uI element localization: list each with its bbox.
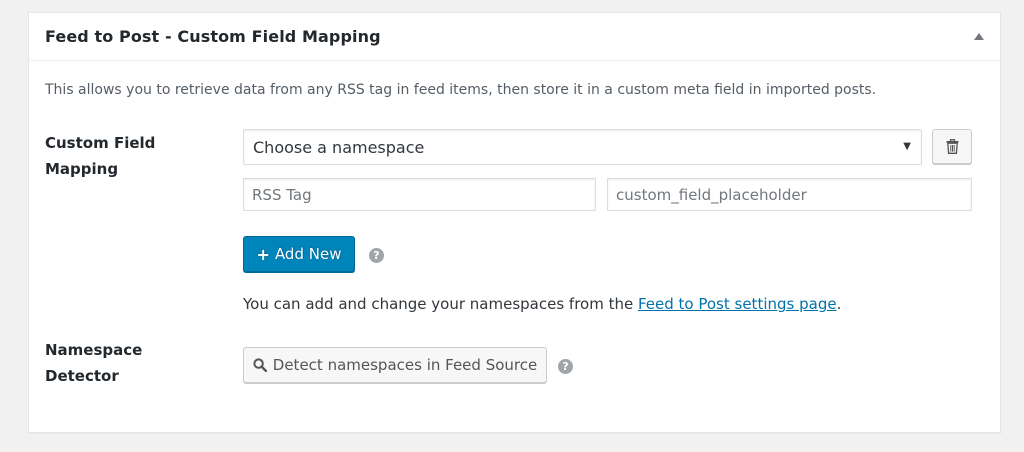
trash-icon bbox=[946, 139, 959, 154]
collapse-toggle-icon[interactable] bbox=[974, 33, 984, 40]
delete-mapping-button[interactable] bbox=[932, 129, 972, 164]
namespace-select-value: Choose a namespace bbox=[253, 138, 425, 157]
add-new-label: Add New bbox=[274, 245, 342, 263]
namespace-detector-label: Namespace Detector bbox=[45, 341, 143, 385]
metabox-title: Feed to Post - Custom Field Mapping bbox=[45, 27, 381, 46]
settings-note-suffix: . bbox=[836, 295, 842, 313]
settings-note: You can add and change your namespaces f… bbox=[243, 295, 841, 313]
search-icon bbox=[253, 358, 267, 372]
settings-note-text: You can add and change your namespaces f… bbox=[243, 295, 638, 313]
add-new-button[interactable]: + Add New bbox=[243, 236, 355, 272]
plus-icon: + bbox=[256, 244, 270, 264]
custom-field-mapping-metabox: Feed to Post - Custom Field Mapping This… bbox=[28, 12, 1001, 433]
custom-field-mapping-label: Custom Field Mapping bbox=[45, 134, 156, 178]
metabox-description: This allows you to retrieve data from an… bbox=[45, 82, 877, 98]
namespace-select[interactable]: Choose a namespace ▼ bbox=[243, 129, 922, 165]
detect-namespaces-button[interactable]: Detect namespaces in Feed Source bbox=[243, 347, 547, 383]
custom-field-input[interactable] bbox=[607, 178, 972, 211]
chevron-down-icon: ▼ bbox=[903, 141, 911, 152]
detect-namespaces-label: Detect namespaces in Feed Source bbox=[272, 356, 538, 374]
rss-tag-input[interactable] bbox=[243, 178, 596, 211]
help-icon[interactable]: ? bbox=[369, 248, 384, 263]
metabox-header[interactable]: Feed to Post - Custom Field Mapping bbox=[29, 13, 1000, 61]
settings-page-link[interactable]: Feed to Post settings page bbox=[638, 295, 837, 313]
help-icon[interactable]: ? bbox=[558, 359, 573, 374]
